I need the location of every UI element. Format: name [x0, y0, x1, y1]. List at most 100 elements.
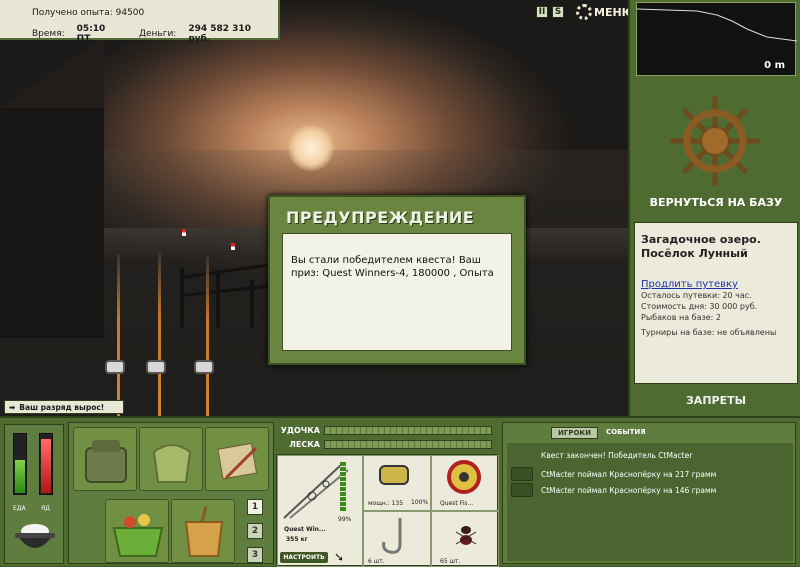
reel-1[interactable]	[105, 360, 125, 374]
pause-icon[interactable]: II	[536, 6, 548, 18]
time-label: Время:	[32, 28, 65, 39]
line-tension-bar	[324, 439, 492, 449]
events-panel: ИГРОКИ СОБЫТИЯ Квест закончен! Победител…	[502, 422, 796, 564]
status-bar: Получено опыта: 94500 Время: 05:10 ПТ Де…	[0, 0, 280, 44]
list-item: CtMacter поймал Краснопёрку на 217 грамм	[507, 467, 793, 481]
hook-icon	[382, 518, 402, 554]
rod-2[interactable]	[158, 252, 161, 416]
rod-3[interactable]	[206, 256, 209, 416]
money-label: Деньги:	[138, 28, 177, 39]
location-name: Загадочное озеро. Посёлок Лунный	[641, 233, 761, 260]
configure-button[interactable]: НАСТРОИТЬ	[280, 552, 328, 563]
bag-icon	[152, 444, 192, 483]
daily-cost: Стоимость дня: 30 000 руб.	[641, 302, 758, 311]
set-tab-2[interactable]: 2	[247, 523, 263, 539]
return-to-base-button[interactable]: ВЕРНУТЬСЯ НА БАЗУ	[630, 196, 800, 209]
tackle-box: 99% Quest Win... 355 кг НАСТРОИТЬ ➘ мощн…	[276, 454, 499, 567]
depth-value: 0 m	[764, 60, 785, 71]
sound-icon[interactable]: S	[552, 6, 564, 18]
dialog-message: Вы стали победителем квеста! Ваш приз: Q…	[282, 233, 512, 351]
hut-roof	[0, 38, 104, 108]
float-2[interactable]	[231, 243, 235, 250]
events-tabs: ИГРОКИ СОБЫТИЯ	[551, 427, 652, 439]
list-item: Квест закончен! Победитель CtMacter	[507, 451, 793, 460]
hook-cell[interactable]: 6 шт.	[363, 511, 431, 567]
tournaments-status: Турниры на базе: не объявлены	[641, 328, 777, 337]
float-1[interactable]	[182, 229, 186, 236]
rod-wear-bar	[340, 462, 346, 512]
line-tension-row: ЛЕСКА	[276, 438, 498, 450]
slot-basket[interactable]	[105, 499, 169, 563]
money-value: 294 582 310 руб.	[188, 23, 251, 44]
set-tab-1[interactable]: 1	[247, 499, 263, 515]
right-panel: 0 m ВЕРНУТЬСЯ НА БАЗУ Загадочное озеро. …	[628, 0, 800, 416]
slot-bag[interactable]	[139, 427, 203, 491]
line-label: ЛЕСКА	[289, 439, 320, 449]
event-text: CtMacter поймал Краснопёрку на 217 грамм	[541, 469, 717, 479]
top-icons: II S МЕНЮ	[536, 4, 635, 20]
location-info: Загадочное озеро. Посёлок Лунный Продлит…	[634, 222, 798, 384]
rod-tension-row: УДОЧКА	[276, 424, 498, 436]
notebook-icon	[217, 442, 258, 480]
ship-wheel-icon[interactable]	[670, 96, 760, 186]
inventory-panel: 1 2 3	[68, 422, 274, 564]
tackle-panel: УДОЧКА ЛЕСКА 99% Quest Win... 355 кг НАС…	[276, 420, 499, 567]
backpack-icon	[85, 440, 127, 483]
reel-3[interactable]	[194, 360, 214, 374]
reel-2[interactable]	[146, 360, 166, 374]
arrow-right-icon: ➡	[9, 402, 16, 412]
wooden-hut	[0, 108, 104, 338]
line-name: Quest Fis...	[440, 500, 474, 507]
reel-icon	[379, 465, 409, 485]
food-panel: ЕДА ЯД	[4, 424, 64, 564]
cooking-pot-icon[interactable]	[13, 521, 57, 557]
bucket-icon	[184, 505, 224, 557]
rank-up-banner[interactable]: ➡ Ваш разряд вырос!	[4, 400, 124, 414]
bottom-panel: ЕДА ЯД 1 2 3 УДОЧКА ЛЕСКА 99% Quest Win.…	[0, 416, 800, 567]
rod-pct: 99%	[338, 516, 352, 523]
event-text: CtMacter поймал Краснопёрку на 146 грамм	[541, 485, 717, 495]
tab-players[interactable]: ИГРОКИ	[551, 427, 598, 439]
events-list: Квест закончен! Победитель CtMacter CtMa…	[507, 443, 793, 561]
set-tab-3[interactable]: 3	[247, 547, 263, 563]
tab-events[interactable]: СОБЫТИЯ	[600, 427, 652, 439]
gear-icon	[576, 4, 592, 20]
warning-dialog[interactable]: ПРЕДУПРЕЖДЕНИЕ Вы стали победителем квес…	[268, 195, 526, 365]
food-gauge	[13, 433, 27, 495]
drink-gauge	[39, 433, 53, 495]
fish-icon	[511, 483, 533, 497]
drink-label: ЯД	[41, 505, 50, 512]
rod-name: Quest Win...	[284, 526, 326, 533]
sun	[288, 125, 334, 171]
hook-count: 6 шт.	[368, 558, 385, 565]
dialog-title: ПРЕДУПРЕЖДЕНИЕ	[286, 208, 475, 227]
bait-count: 65 шт.	[440, 558, 461, 565]
list-item: CtMacter поймал Краснопёрку на 146 грамм	[507, 483, 793, 497]
rank-up-text: Ваш разряд вырос!	[19, 402, 105, 412]
rod-cell[interactable]: 99% Quest Win... 355 кг НАСТРОИТЬ ➘	[277, 455, 363, 567]
extend-permit-link[interactable]: Продлить путевку	[641, 279, 791, 290]
reel-power: мощн.: 135	[368, 500, 404, 507]
food-label: ЕДА	[13, 505, 26, 512]
fish-icon	[511, 467, 533, 481]
line-cell[interactable]: Quest Fis...	[431, 455, 499, 511]
menu-button[interactable]: МЕНЮ	[576, 4, 635, 20]
basket-icon	[112, 514, 164, 557]
permit-remaining: Осталось путевки: 20 час.	[641, 291, 752, 300]
slot-backpack[interactable]	[73, 427, 137, 491]
arrow-icon: ➘	[334, 550, 345, 564]
line-spool-icon	[447, 460, 481, 494]
bait-cell[interactable]: 65 шт.	[431, 511, 499, 567]
rod-weight: 355 кг	[286, 536, 308, 543]
slot-bucket[interactable]	[171, 499, 235, 563]
event-text: Квест закончен! Победитель CtMacter	[541, 451, 693, 460]
rod-tension-bar	[324, 425, 492, 435]
ant-bait-icon	[455, 526, 477, 545]
reel-pct: 100%	[411, 499, 429, 506]
experience-label: Получено опыта:	[32, 7, 113, 18]
fishers-count: Рыбаков на базе: 2	[641, 313, 721, 322]
time-value: 05:10 ПТ	[76, 23, 106, 44]
slot-notebook[interactable]	[205, 427, 269, 491]
rod-1[interactable]	[117, 254, 120, 416]
bans-button[interactable]: ЗАПРЕТЫ	[630, 394, 800, 407]
